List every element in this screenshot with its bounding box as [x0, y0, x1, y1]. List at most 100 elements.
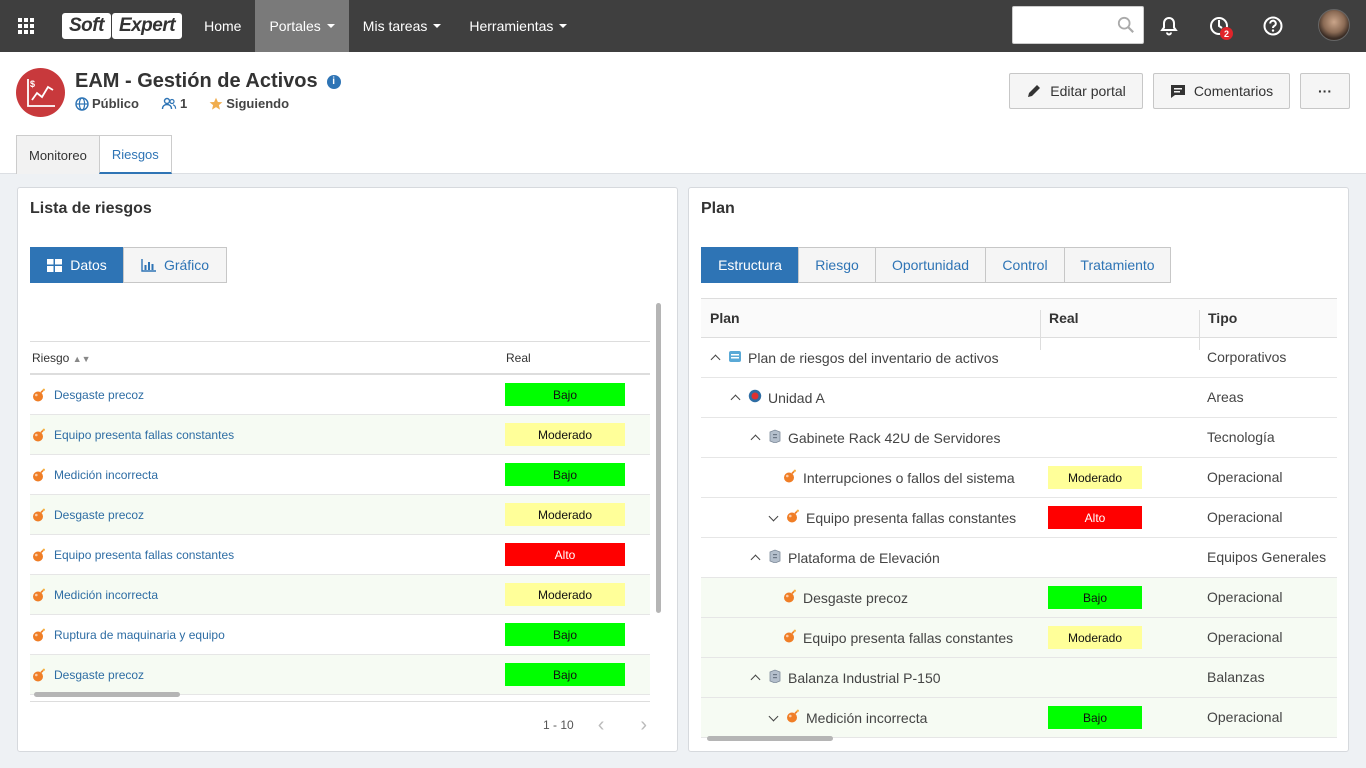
plan-tree-row[interactable]: Unidad A Areas	[701, 378, 1337, 418]
risk-row[interactable]: Medición incorrecta Bajo	[30, 455, 650, 495]
user-avatar[interactable]	[1318, 9, 1350, 41]
bell-icon[interactable]	[1155, 12, 1183, 40]
comments-button[interactable]: Comentarios	[1153, 73, 1290, 109]
risk-bomb-icon	[32, 508, 46, 522]
collapse-chevron-icon[interactable]	[750, 434, 761, 445]
plan-tree-row[interactable]: Plataforma de Elevación Equipos Generales	[701, 538, 1337, 578]
plan-tree-row[interactable]: Interrupciones o fallos del sistema Moder…	[701, 458, 1337, 498]
plan-node-name[interactable]: Gabinete Rack 42U de Servidores	[788, 430, 1000, 446]
plan-node-type: Operacional	[1207, 589, 1283, 605]
risk-name-link[interactable]: Desgaste precoz	[54, 388, 144, 402]
portal-tabs: Monitoreo Riesgos	[16, 135, 172, 174]
star-icon	[209, 97, 223, 110]
plan-node-name[interactable]: Equipo presenta fallas constantes	[806, 510, 1016, 526]
nav-home[interactable]: Home	[190, 0, 255, 52]
plan-node-name[interactable]: Unidad A	[768, 390, 825, 406]
grafico-button[interactable]: Gráfico	[123, 247, 227, 283]
edit-portal-label: Editar portal	[1050, 83, 1126, 99]
risk-row[interactable]: Desgaste precoz Moderado	[30, 495, 650, 535]
collapse-chevron-icon[interactable]	[730, 394, 741, 405]
risk-row[interactable]: Equipo presenta fallas constantes Alto	[30, 535, 650, 575]
main-nav: Home Portales Mis tareas Herramientas	[190, 0, 581, 52]
risk-row[interactable]: Equipo presenta fallas constantes Moderad…	[30, 415, 650, 455]
members-count: 1	[179, 96, 188, 111]
plan-node-name[interactable]: Equipo presenta fallas constantes	[803, 630, 1013, 646]
col-tipo[interactable]: Tipo	[1208, 310, 1237, 326]
plan-tree-row[interactable]: Plan de riesgos del inventario de activo…	[701, 338, 1337, 378]
plan-tree-row[interactable]: Medición incorrecta Bajo Operacional	[701, 698, 1337, 738]
tab-riesgo[interactable]: Riesgo	[798, 247, 876, 283]
risk-row[interactable]: Desgaste precoz Bajo	[30, 375, 650, 415]
unit-node-icon	[748, 389, 762, 406]
nav-portales[interactable]: Portales	[255, 0, 349, 52]
collapse-chevron-icon[interactable]	[710, 354, 721, 365]
table-icon	[47, 258, 63, 272]
risk-name-link[interactable]: Equipo presenta fallas constantes	[54, 548, 234, 562]
collapse-chevron-icon[interactable]	[750, 554, 761, 565]
tasks-icon[interactable]: 2	[1205, 12, 1233, 40]
tab-riesgos[interactable]: Riesgos	[98, 135, 172, 174]
plan-tree-row[interactable]: Equipo presenta fallas constantes Alto Ope…	[701, 498, 1337, 538]
expand-chevron-icon[interactable]	[768, 711, 779, 721]
plan-node-name[interactable]: Interrupciones o fallos del sistema	[803, 470, 1015, 486]
risk-bomb-icon	[32, 628, 46, 642]
vertical-scrollbar[interactable]	[656, 303, 661, 613]
plan-tree-row[interactable]: Balanza Industrial P-150 Balanzas	[701, 658, 1337, 698]
tab-oportunidad[interactable]: Oportunidad	[875, 247, 986, 283]
prev-page-icon[interactable]: ‹	[598, 715, 605, 735]
nav-mis-tareas-label: Mis tareas	[362, 18, 428, 34]
risk-level-badge: Alto	[505, 543, 625, 566]
plan-node-type: Corporativos	[1207, 349, 1287, 365]
plan-node-type: Operacional	[1207, 709, 1283, 725]
datos-button[interactable]: Datos	[30, 247, 124, 283]
nav-herramientas[interactable]: Herramientas	[455, 0, 581, 52]
risk-row[interactable]: Desgaste precoz Bajo	[30, 655, 650, 695]
plan-horizontal-scrollbar[interactable]	[707, 736, 833, 741]
expand-chevron-icon[interactable]	[768, 511, 779, 521]
tab-estructura[interactable]: Estructura	[701, 247, 799, 283]
collapse-chevron-icon[interactable]	[750, 674, 761, 685]
horizontal-scrollbar[interactable]	[34, 692, 180, 697]
plan-node-name[interactable]: Balanza Industrial P-150	[788, 670, 941, 686]
next-page-icon[interactable]: ›	[640, 715, 647, 735]
plan-tree-table: Plan Real Tipo Plan de riesgos del inven…	[701, 298, 1337, 748]
plan-node-name[interactable]: Medición incorrecta	[806, 710, 927, 726]
plan-node-name[interactable]: Plataforma de Elevación	[788, 550, 940, 566]
plan-node-name[interactable]: Desgaste precoz	[803, 590, 908, 606]
risk-name-link[interactable]: Desgaste precoz	[54, 668, 144, 682]
info-icon[interactable]: i	[326, 74, 341, 89]
caret-down-icon	[326, 24, 335, 28]
plan-node: Unidad A	[730, 389, 825, 406]
edit-portal-button[interactable]: Editar portal	[1009, 73, 1143, 109]
plan-node-name[interactable]: Plan de riesgos del inventario de activo…	[748, 350, 999, 366]
plan-tree-row[interactable]: Gabinete Rack 42U de Servidores Tecnologí…	[701, 418, 1337, 458]
search-icon[interactable]	[1117, 16, 1135, 34]
risk-level-badge: Bajo	[505, 623, 625, 646]
risk-name-link[interactable]: Medición incorrecta	[54, 468, 158, 482]
risk-row[interactable]: Medición incorrecta Moderado	[30, 575, 650, 615]
following-label: Siguiendo	[226, 96, 290, 111]
members-indicator[interactable]: 1	[161, 96, 187, 111]
sort-icon[interactable]: ▲▼	[73, 354, 91, 364]
more-options-button[interactable]: ···	[1300, 73, 1350, 109]
softexpert-logo[interactable]: Soft Expert	[62, 13, 183, 39]
app-grid-icon[interactable]	[0, 0, 52, 52]
risk-name-link[interactable]: Ruptura de maquinaria y equipo	[54, 628, 225, 642]
tab-tratamiento[interactable]: Tratamiento	[1064, 247, 1171, 283]
nav-mis-tareas[interactable]: Mis tareas	[349, 0, 456, 52]
col-riesgo[interactable]: Riesgo ▲▼	[32, 351, 91, 365]
help-icon[interactable]	[1259, 12, 1287, 40]
col-plan[interactable]: Plan	[710, 310, 740, 326]
search-input[interactable]	[1012, 6, 1144, 44]
col-plan-real[interactable]: Real	[1049, 310, 1079, 326]
follow-indicator[interactable]: Siguiendo	[209, 96, 289, 111]
risk-name-link[interactable]: Medición incorrecta	[54, 588, 158, 602]
risk-name-link[interactable]: Desgaste precoz	[54, 508, 144, 522]
visibility-label: Público	[92, 96, 139, 111]
tab-control[interactable]: Control	[985, 247, 1065, 283]
risk-row[interactable]: Ruptura de maquinaria y equipo Bajo	[30, 615, 650, 655]
risk-name-link[interactable]: Equipo presenta fallas constantes	[54, 428, 234, 442]
plan-tree-row[interactable]: Equipo presenta fallas constantes Moderad…	[701, 618, 1337, 658]
plan-tree-row[interactable]: Desgaste precoz Bajo Operacional	[701, 578, 1337, 618]
tab-monitoreo[interactable]: Monitoreo	[16, 135, 100, 174]
